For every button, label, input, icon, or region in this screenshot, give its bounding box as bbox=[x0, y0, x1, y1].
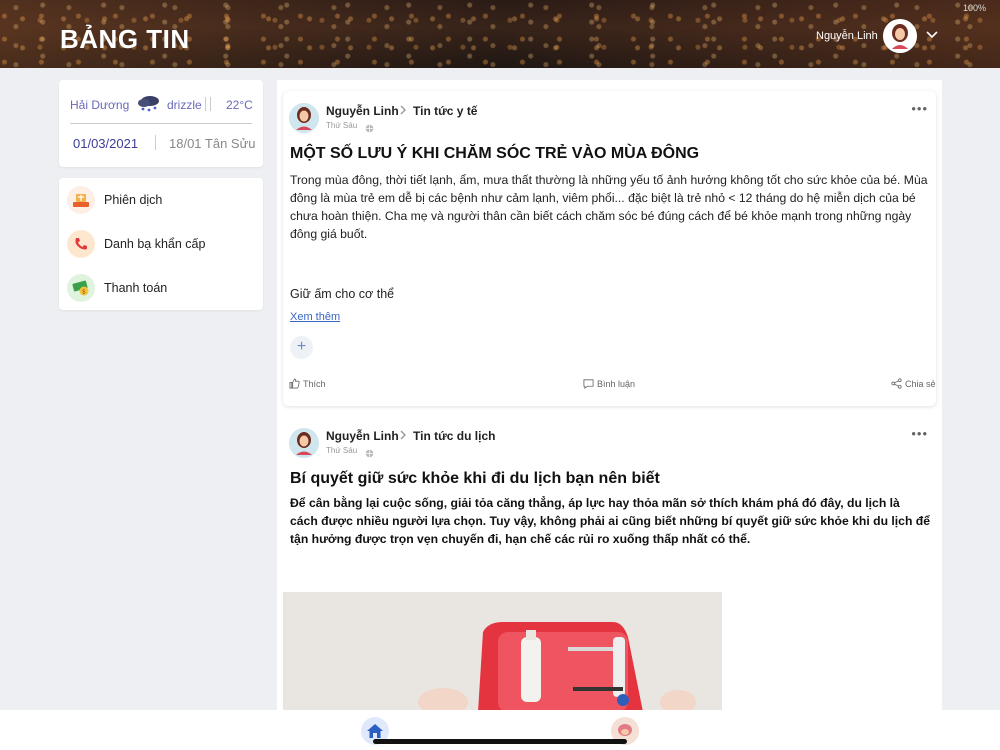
sidebar-item-translate[interactable]: Phiên dịch bbox=[67, 184, 257, 216]
like-button[interactable]: Thích bbox=[289, 378, 326, 389]
lunar-date: 18/01 Tân Sửu bbox=[169, 136, 256, 151]
share-label: Chia sẻ bbox=[905, 378, 936, 389]
translate-icon bbox=[67, 186, 95, 214]
comment-icon bbox=[583, 379, 594, 389]
sidebar-item-emergency-contacts[interactable]: Danh bạ khẩn cấp bbox=[67, 228, 257, 260]
author-avatar[interactable] bbox=[289, 103, 319, 133]
header-user-name[interactable]: Nguyễn Linh bbox=[816, 30, 878, 42]
divider bbox=[205, 97, 206, 111]
post-subheading: Giữ ấm cho cơ thể bbox=[290, 287, 395, 301]
sidebar-item-label: Danh bạ khẩn cấp bbox=[104, 237, 206, 251]
weather-temperature: 22°C bbox=[226, 98, 253, 112]
sidebar-item-label: Phiên dịch bbox=[104, 193, 163, 207]
post-body: Trong mùa đông, thời tiết lạnh, ẩm, mưa … bbox=[290, 173, 928, 241]
more-options-icon[interactable]: ••• bbox=[911, 101, 928, 116]
globe-icon bbox=[365, 120, 374, 138]
see-more-link[interactable]: Xem thêm bbox=[290, 311, 340, 323]
post-card: Nguyễn Linh Tin tức du lịch Thứ Sáu ••• … bbox=[283, 416, 936, 726]
sidebar-item-label: Thanh toán bbox=[104, 281, 168, 295]
post-day: Thứ Sáu bbox=[326, 121, 358, 130]
chevron-right-icon bbox=[399, 104, 407, 118]
weather-city: Hải Dương bbox=[70, 98, 130, 112]
user-avatar[interactable] bbox=[883, 19, 917, 53]
share-icon bbox=[891, 378, 902, 389]
page-title: BẢNG TIN bbox=[60, 24, 190, 54]
share-button[interactable]: Chia sẻ bbox=[891, 378, 936, 389]
post-category[interactable]: Tin tức y tế bbox=[413, 104, 477, 118]
sidebar-item-payment[interactable]: $ Thanh toán bbox=[67, 272, 257, 304]
post-title[interactable]: Bí quyết giữ sức khỏe khi đi du lịch bạn… bbox=[290, 470, 660, 488]
post-day: Thứ Sáu bbox=[326, 446, 358, 455]
cloud-rain-icon bbox=[136, 94, 162, 117]
money-icon: $ bbox=[67, 274, 95, 302]
thumbs-up-icon bbox=[289, 378, 300, 389]
comment-button[interactable]: Bình luận bbox=[583, 378, 635, 389]
chevron-right-icon bbox=[399, 429, 407, 443]
comment-label: Bình luận bbox=[597, 378, 636, 389]
globe-icon bbox=[365, 445, 374, 463]
post-image-first-aid-kit[interactable] bbox=[283, 592, 722, 712]
chevron-down-icon[interactable] bbox=[926, 28, 938, 42]
header-banner: 100% BẢNG TIN Nguyễn Linh bbox=[0, 0, 1000, 68]
add-reaction-button[interactable]: + bbox=[290, 336, 313, 359]
divider bbox=[210, 97, 211, 111]
weather-card: Hải Dương drizzle 22°C 01/03/2021 18/01 … bbox=[59, 80, 263, 167]
post-body: Để cân bằng lại cuộc sống, giải tỏa căng… bbox=[290, 496, 931, 546]
post-author[interactable]: Nguyễn Linh bbox=[326, 104, 399, 118]
post-card: Nguyễn Linh Tin tức y tế Thứ Sáu ••• MỘT… bbox=[283, 91, 936, 406]
author-avatar[interactable] bbox=[289, 428, 319, 458]
home-indicator[interactable] bbox=[373, 739, 627, 744]
solar-date: 01/03/2021 bbox=[73, 136, 139, 151]
sidebar-menu: Phiên dịch Danh bạ khẩn cấp $ Thanh toán bbox=[59, 178, 263, 310]
bottom-navigation bbox=[0, 710, 1000, 750]
battery-status: 100% bbox=[962, 3, 986, 13]
divider bbox=[155, 135, 156, 150]
phone-icon bbox=[67, 230, 95, 258]
more-options-icon[interactable]: ••• bbox=[911, 426, 928, 441]
post-category[interactable]: Tin tức du lịch bbox=[413, 429, 495, 443]
like-label: Thích bbox=[303, 378, 326, 389]
divider bbox=[70, 123, 252, 124]
post-title[interactable]: MỘT SỐ LƯU Ý KHI CHĂM SÓC TRẺ VÀO MÙA ĐÔ… bbox=[290, 145, 699, 163]
weather-condition: drizzle bbox=[167, 98, 202, 112]
post-author[interactable]: Nguyễn Linh bbox=[326, 429, 399, 443]
svg-text:$: $ bbox=[82, 289, 86, 296]
